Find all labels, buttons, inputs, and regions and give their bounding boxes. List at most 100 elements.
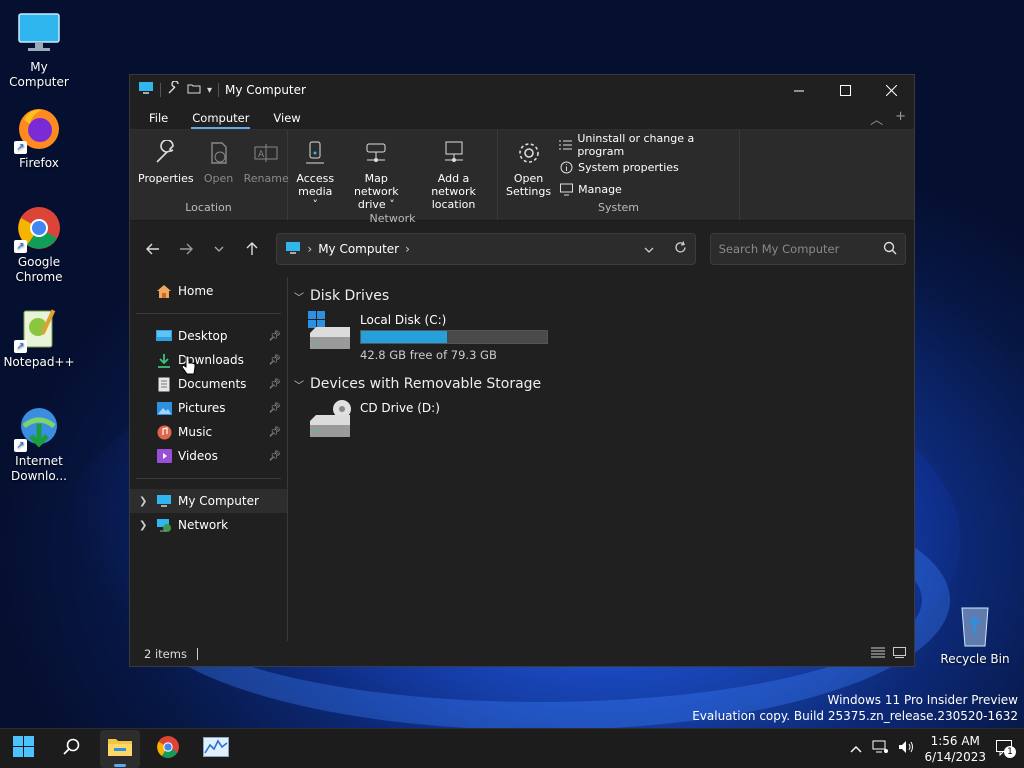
desktop-icon-recycle-bin[interactable]: Recycle Bin [936,602,1014,667]
search-icon[interactable] [883,241,897,258]
uninstall-program-button[interactable]: Uninstall or change a program [559,132,735,158]
start-button[interactable] [4,730,44,768]
tab-computer[interactable]: Computer [183,111,258,129]
add-network-location-button[interactable]: Add a network location [414,134,493,211]
rename-label: Rename [243,172,289,185]
maximize-button[interactable] [822,75,868,105]
up-button[interactable] [237,234,266,264]
map-drive-label-2: drive ˅ [357,198,395,211]
nav-divider [136,478,281,479]
system-properties-button[interactable]: System properties [559,158,735,176]
search-box[interactable] [709,233,907,265]
drive-cd-d[interactable]: CD Drive (D:) [294,399,914,461]
section-removable-storage[interactable]: ﹀ Devices with Removable Storage [294,373,914,395]
nav-item-downloads[interactable]: Downloads 📌︎ [130,348,287,372]
shortcut-arrow-icon: ↗ [14,439,27,452]
uninstall-label: Uninstall or change a program [577,132,695,158]
address-bar[interactable]: › My Computer › [276,233,696,265]
mouse-cursor-icon [181,355,196,378]
desktop-icon-firefox[interactable]: ↗ Firefox [0,106,78,171]
chevron-right-icon[interactable]: › [405,242,410,256]
pin-icon[interactable]: 📌︎ [268,427,281,438]
download-icon [156,352,172,368]
network-location-icon [439,138,469,168]
properties-button[interactable]: Properties [134,134,198,200]
recent-locations-button[interactable] [204,234,233,264]
desktop-icon-notepadpp[interactable]: ↗ Notepad++ [0,305,78,370]
network-status-icon[interactable] [872,740,889,757]
new-folder-icon[interactable] [187,81,201,99]
pin-icon[interactable]: 📌︎ [268,451,281,462]
collapse-ribbon-icon[interactable]: ︿ [870,109,883,128]
chevron-down-icon[interactable]: ﹀ [294,289,304,304]
tab-file[interactable]: File [140,111,177,129]
desktop-icon-label: Firefox [19,156,59,170]
desktop-icon-chrome[interactable]: ↗ Google Chrome [0,205,78,285]
nav-item-desktop[interactable]: Desktop 📌︎ [130,324,287,348]
section-disk-drives[interactable]: ﹀ Disk Drives [294,285,914,307]
close-button[interactable] [868,75,914,105]
taskbar-file-explorer[interactable] [100,729,140,768]
nav-item-videos[interactable]: Videos 📌︎ [130,444,287,468]
group-label-system: System [597,201,640,214]
back-button[interactable] [138,234,167,264]
desktop-icon-internet-download[interactable]: ↗ Internet Downlo... [0,404,78,484]
wrench-icon [151,138,181,168]
title-bar: ▾ My Computer [130,75,914,105]
nav-item-my-computer[interactable]: ❯ My Computer [130,489,287,513]
pin-icon[interactable]: 📌︎ [268,355,281,366]
manage-button[interactable]: Manage [559,180,735,198]
properties-label: Properties [138,172,194,185]
monitor-icon [16,10,62,56]
search-input[interactable] [718,242,884,256]
nav-item-music[interactable]: Music 📌︎ [130,420,287,444]
breadcrumb-my-computer[interactable]: My Computer [318,242,399,256]
rename-button[interactable]: A Rename [240,134,293,200]
properties-icon[interactable] [167,80,181,99]
rename-icon: A [251,138,281,168]
document-icon [156,376,172,392]
volume-icon[interactable] [898,740,914,757]
pin-icon[interactable]: 📌︎ [268,379,281,390]
minimize-button[interactable] [776,75,822,105]
window-title: My Computer [225,83,306,97]
section-title: Disk Drives [310,288,390,304]
chevron-down-icon[interactable]: ﹀ [294,377,304,392]
search-button[interactable] [52,730,92,768]
tab-view[interactable]: View [264,111,309,129]
open-button[interactable]: Open [200,134,238,200]
system-tray: 1:56 AM 6/14/2023 1 [850,733,1024,765]
add-tab-icon[interactable]: + [895,109,906,128]
address-dropdown-icon[interactable] [644,242,654,256]
nav-item-home[interactable]: Home [130,279,287,303]
clock[interactable]: 1:56 AM 6/14/2023 [924,733,986,765]
section-title: Devices with Removable Storage [310,376,542,392]
map-network-drive-button[interactable]: Map network drive ˅ [341,134,413,211]
show-hidden-icons-icon[interactable] [850,742,862,756]
chevron-down-icon[interactable]: ▾ [207,85,212,96]
nav-item-network[interactable]: ❯ Network [130,513,287,537]
explorer-body: Home Desktop 📌︎ Downloads 📌︎ Documents 📌… [130,277,914,641]
chevron-right-icon[interactable]: ❯ [139,520,147,531]
taskbar-chrome[interactable] [148,730,188,768]
access-media-button[interactable]: Access media ˅ [292,134,339,211]
notification-button[interactable]: 1 [996,739,1016,758]
taskbar-resource-monitor[interactable] [196,730,236,768]
desktop-icon-label: Internet Downlo... [11,454,67,483]
chevron-right-icon[interactable]: › [307,242,312,256]
access-media-label-2: media ˅ [298,185,333,211]
details-view-icon[interactable] [871,647,885,661]
drive-local-disk-c[interactable]: Local Disk (C:) 42.8 GB free of 79.3 GB [294,311,914,373]
pin-icon[interactable]: 📌︎ [268,403,281,414]
forward-button[interactable] [171,234,200,264]
tiles-view-icon[interactable] [893,646,906,661]
nav-label-network: Network [178,518,229,532]
chevron-right-icon[interactable]: ❯ [139,496,147,507]
nav-item-documents[interactable]: Documents 📌︎ [130,372,287,396]
open-settings-button[interactable]: Open Settings [502,134,555,200]
desktop-icon-my-computer[interactable]: My Computer [0,10,78,90]
pin-icon[interactable]: 📌︎ [268,331,281,342]
refresh-icon[interactable] [674,241,687,257]
nav-item-pictures[interactable]: Pictures 📌︎ [130,396,287,420]
computer-icon [156,493,172,509]
